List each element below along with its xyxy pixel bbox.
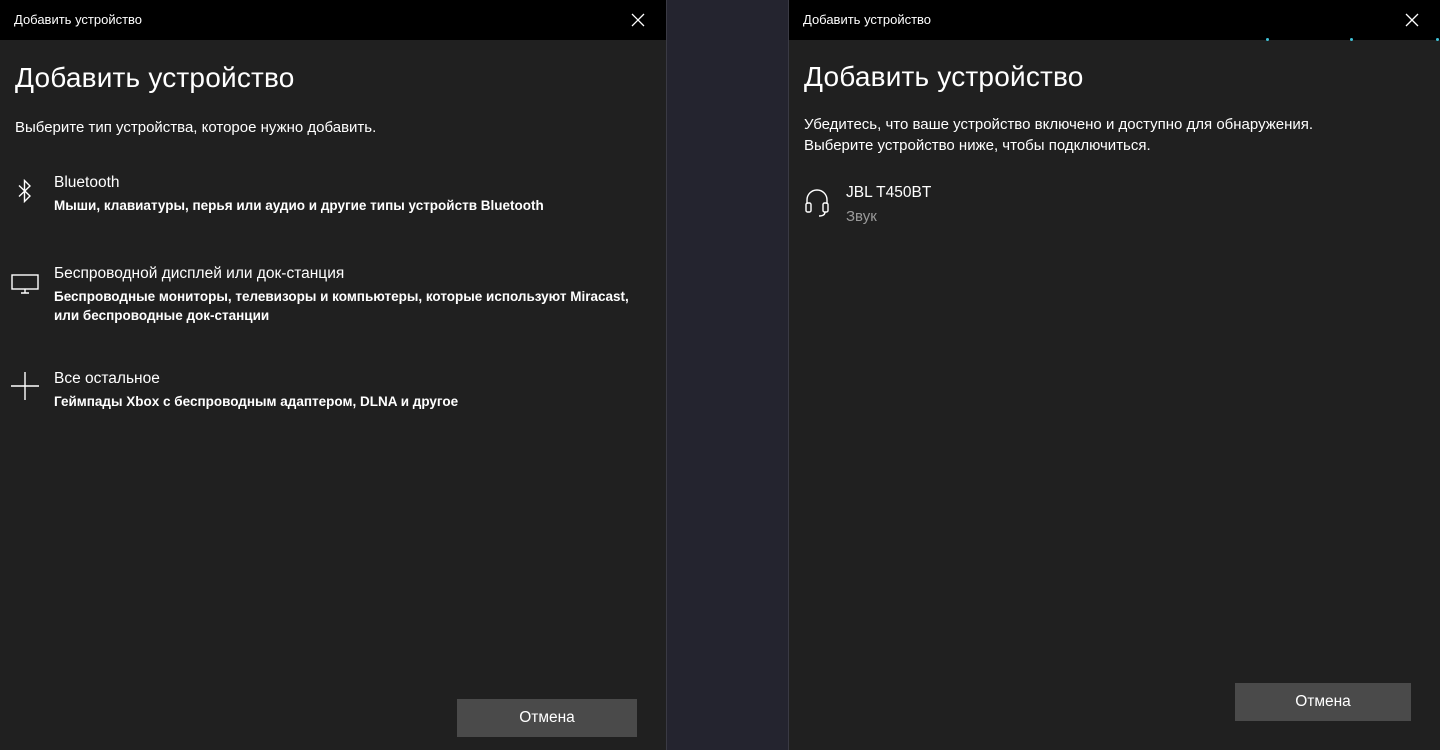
title-bar[interactable]: Добавить устройство bbox=[789, 0, 1440, 40]
cancel-button[interactable]: Отмена bbox=[457, 699, 637, 737]
page-title: Добавить устройство bbox=[804, 61, 1084, 92]
device-name: JBL T450BT bbox=[846, 184, 932, 201]
window-title: Добавить устройство bbox=[803, 12, 932, 27]
close-icon bbox=[631, 13, 645, 27]
instructions-line-1: Убедитесь, что ваше устройство включено … bbox=[804, 116, 1314, 133]
headphones-icon bbox=[803, 186, 831, 218]
window-title: Добавить устройство bbox=[14, 12, 143, 27]
close-button[interactable] bbox=[1384, 0, 1440, 40]
close-button[interactable] bbox=[610, 0, 666, 40]
device-type: Звук bbox=[846, 208, 877, 225]
option-title: Bluetooth bbox=[54, 174, 120, 191]
plus-icon bbox=[10, 371, 40, 401]
option-description: Мыши, клавиатуры, перья или аудио и друг… bbox=[54, 198, 544, 213]
instructions-line-2: Выберите устройство ниже, чтобы подключи… bbox=[804, 137, 1151, 154]
close-icon bbox=[1405, 13, 1419, 27]
progress-dot bbox=[1436, 38, 1439, 41]
device-item-jbl[interactable]: JBL T450BT Звук bbox=[789, 176, 1440, 236]
title-bar[interactable]: Добавить устройство bbox=[0, 0, 666, 40]
cancel-button[interactable]: Отмена bbox=[1235, 683, 1411, 721]
option-title: Беспроводной дисплей или док-станция bbox=[54, 265, 345, 282]
add-device-window-left: Добавить устройство Добавить устройство … bbox=[0, 0, 667, 750]
progress-dot bbox=[1266, 38, 1269, 41]
monitor-icon bbox=[10, 269, 40, 299]
option-bluetooth[interactable]: Bluetooth Мыши, клавиатуры, перья или ау… bbox=[0, 174, 667, 218]
option-title: Все остальное bbox=[54, 370, 160, 387]
option-description: Геймпады Xbox с беспроводным адаптером, … bbox=[54, 394, 459, 409]
bluetooth-icon bbox=[10, 176, 40, 206]
page-title: Добавить устройство bbox=[15, 62, 295, 93]
page-subtitle: Выберите тип устройства, которое нужно д… bbox=[15, 119, 377, 136]
progress-dot bbox=[1350, 38, 1353, 41]
option-wireless-display[interactable]: Беспроводной дисплей или док-станция Бес… bbox=[0, 265, 667, 327]
option-description: Беспроводные мониторы, телевизоры и комп… bbox=[54, 289, 629, 323]
add-device-window-right: Добавить устройство Добавить устройство … bbox=[788, 0, 1440, 750]
option-everything-else[interactable]: Все остальное Геймпады Xbox с беспроводн… bbox=[0, 370, 667, 414]
